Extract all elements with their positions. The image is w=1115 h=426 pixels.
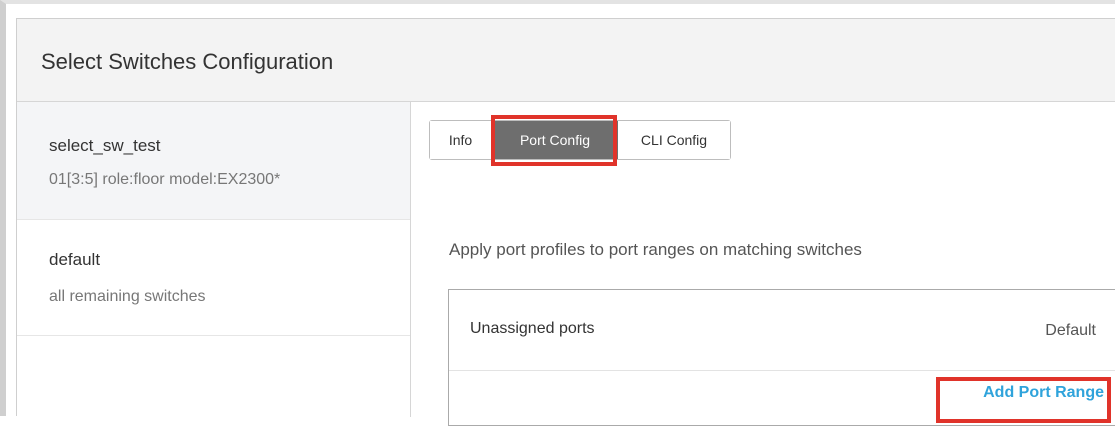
- port-ranges-box: Unassigned ports Default Add Port Range: [448, 289, 1115, 426]
- port-config-description: Apply port profiles to port ranges on ma…: [449, 240, 862, 259]
- tab-cli-config[interactable]: CLI Config: [618, 121, 730, 159]
- sidebar-item-subtitle: all remaining switches: [49, 288, 206, 305]
- sidebar-item-name: default: [49, 250, 101, 269]
- content-area: Info Port Config CLI Config Apply port p…: [411, 102, 1115, 426]
- unassigned-ports-row: Unassigned ports Default: [449, 290, 1115, 371]
- unassigned-ports-label: Unassigned ports: [470, 320, 595, 337]
- sidebar-item-subtitle: 01[3:5] role:floor model:EX2300*: [49, 171, 281, 188]
- sidebar-item-default[interactable]: default all remaining switches: [17, 220, 410, 336]
- switch-config-panel: Select Switches Configuration select_sw_…: [16, 18, 1115, 426]
- tab-bar: Info Port Config CLI Config: [429, 120, 731, 160]
- add-port-range-link[interactable]: Add Port Range: [983, 384, 1104, 402]
- tab-info[interactable]: Info: [430, 121, 492, 159]
- unassigned-ports-profile: Default: [1045, 322, 1096, 339]
- panel-header: Select Switches Configuration: [17, 19, 1115, 102]
- sidebar-item-select-sw-test[interactable]: select_sw_test 01[3:5] role:floor model:…: [17, 102, 410, 220]
- sidebar-item-name: select_sw_test: [49, 136, 161, 155]
- tab-port-config[interactable]: Port Config: [492, 121, 618, 159]
- panel-title: Select Switches Configuration: [41, 49, 334, 74]
- rules-sidebar: select_sw_test 01[3:5] role:floor model:…: [17, 102, 411, 417]
